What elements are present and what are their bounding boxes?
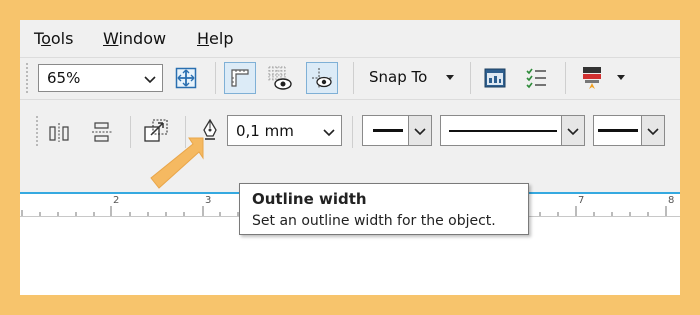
standard-toolbar: 65% Snap To [20, 57, 680, 99]
outline-width-tooltip: Outline width Set an outline width for t… [239, 183, 529, 235]
end-arrowhead-selector[interactable] [593, 115, 665, 146]
line-preview [598, 129, 638, 132]
rulers-toggle-button[interactable] [224, 62, 256, 94]
zoom-level-combo[interactable]: 65% [38, 64, 163, 92]
chevron-down-icon [144, 76, 156, 84]
chevron-down-icon [414, 128, 426, 136]
line-preview [373, 129, 403, 132]
ruler-label: 8 [668, 195, 675, 206]
toolbar-separator [130, 116, 131, 148]
ruler-label: 2 [113, 195, 120, 206]
outline-width-value: 0,1 mm [236, 122, 294, 140]
app-window: Tools Window Help 65% Snap To 0,1 mm 2 3… [20, 20, 680, 295]
line-style-selector[interactable] [440, 115, 585, 146]
toolbar-grip[interactable] [26, 63, 28, 95]
menu-bar: Tools Window Help [20, 20, 680, 57]
grid-view-icon[interactable] [266, 64, 294, 92]
dropdown-button[interactable] [408, 116, 431, 145]
toolbar-separator [353, 62, 354, 94]
checklist-icon[interactable] [525, 66, 549, 90]
start-arrowhead-selector[interactable] [362, 115, 432, 146]
menu-window[interactable]: Window [103, 29, 166, 48]
guidelines-toggle-button[interactable] [306, 62, 338, 94]
annotation-arrow-icon [150, 137, 204, 189]
toolbar-grip[interactable] [36, 116, 38, 148]
chevron-down-icon [567, 128, 579, 136]
dropdown-arrow-icon[interactable] [616, 74, 626, 82]
dropdown-button[interactable] [641, 116, 664, 145]
toolbar-separator [352, 116, 353, 148]
ruler-label: 3 [205, 195, 212, 206]
chevron-down-icon [323, 129, 335, 137]
tooltip-description: Set an outline width for the object. [252, 213, 496, 229]
outline-width-combo[interactable]: 0,1 mm [227, 115, 342, 146]
line-preview [449, 130, 557, 132]
toolbar-separator [470, 62, 471, 94]
app-launcher-icon[interactable] [483, 66, 507, 90]
property-bar: 0,1 mm [20, 99, 680, 163]
toolbar-separator [215, 62, 216, 94]
toolbar-separator [565, 62, 566, 94]
ruler-label: 7 [578, 195, 585, 206]
chevron-down-icon [647, 128, 659, 136]
zoom-to-page-icon[interactable] [175, 67, 197, 89]
publish-icon[interactable] [580, 65, 606, 91]
menu-tools[interactable]: Tools [34, 29, 73, 48]
mirror-vertical-icon[interactable] [90, 120, 114, 144]
snap-to-button[interactable]: Snap To [369, 68, 427, 86]
mirror-horizontal-icon[interactable] [47, 120, 71, 144]
ruler-icon [231, 69, 249, 87]
dropdown-button[interactable] [561, 116, 584, 145]
tooltip-title: Outline width [252, 190, 367, 208]
menu-help[interactable]: Help [197, 29, 233, 48]
guidelines-icon [312, 68, 332, 88]
dropdown-arrow-icon[interactable] [445, 74, 455, 82]
zoom-level-value: 65% [47, 69, 81, 87]
